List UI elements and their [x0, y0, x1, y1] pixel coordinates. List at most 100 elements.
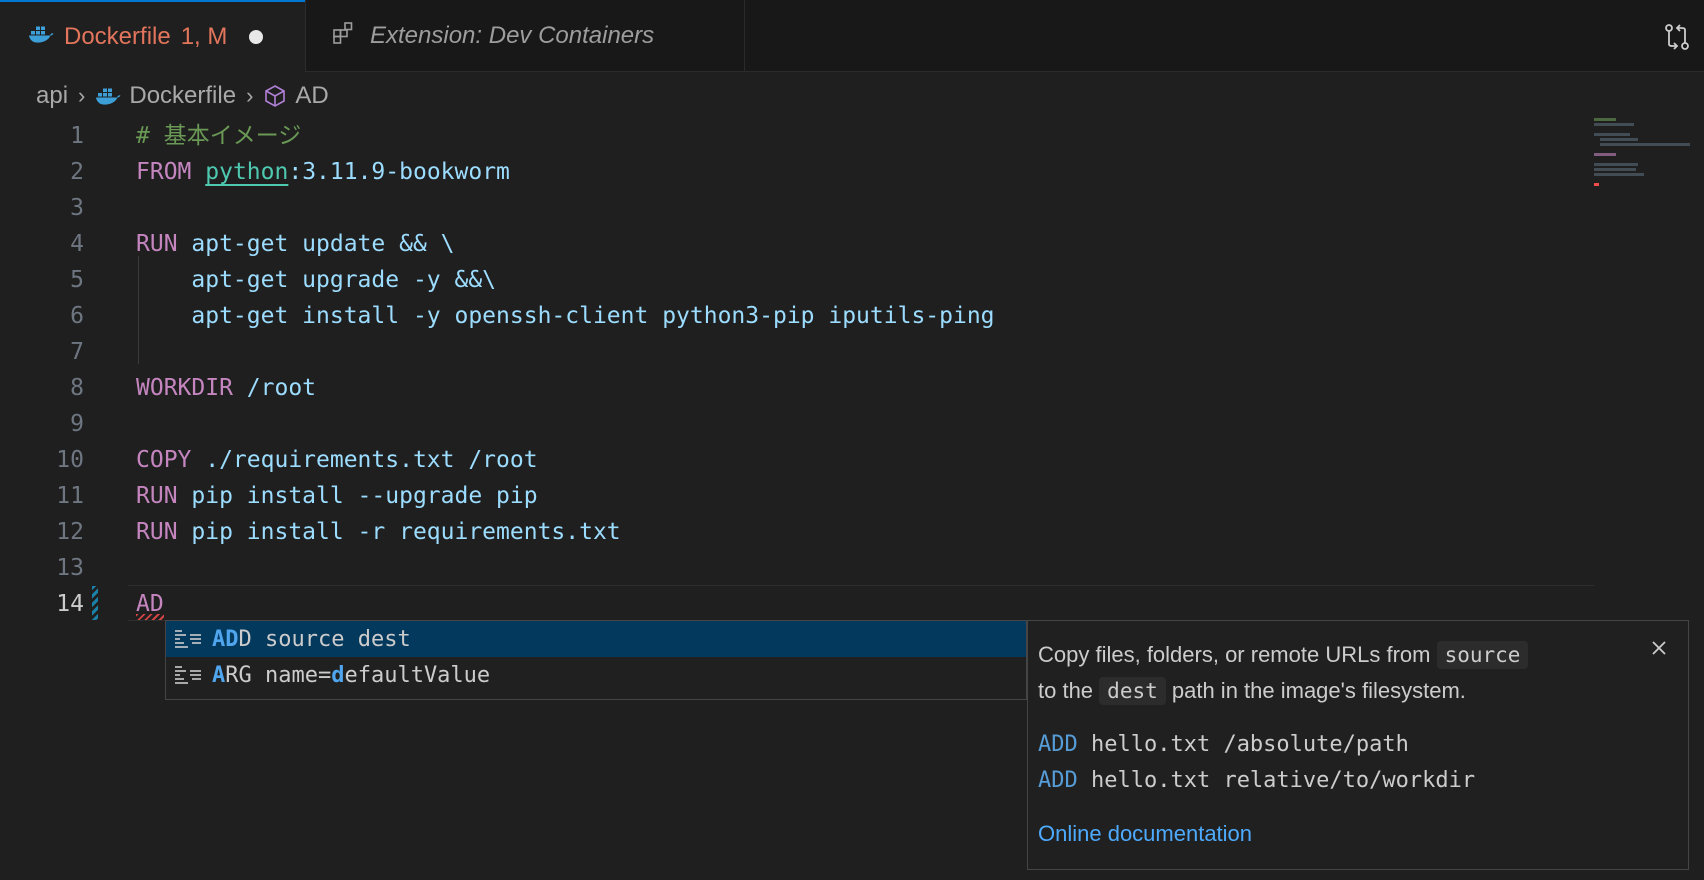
code-line: RUN pip install --upgrade pip — [136, 478, 1586, 514]
minimap-line — [1594, 123, 1634, 126]
code-text: ./requirements.txt /root — [191, 447, 538, 473]
doc-example: ADD hello.txt relative/to/workdir — [1038, 763, 1678, 799]
code-text: pip install -r requirements.txt — [177, 519, 621, 545]
doc-text: Copy files, folders, or remote URLs from — [1038, 642, 1431, 667]
tab-extension-dev-containers[interactable]: Extension: Dev Containers — [305, 0, 745, 72]
doc-inline-code: source — [1436, 641, 1529, 669]
line-number-current: 14 — [56, 591, 84, 617]
minimap-line — [1594, 183, 1599, 186]
line-number: 13 — [56, 555, 84, 581]
close-icon[interactable] — [1650, 639, 1668, 657]
code-line: WORKDIR /root — [136, 370, 1586, 406]
line-number: 2 — [70, 159, 84, 185]
tab-title: Extension: Dev Containers — [370, 22, 655, 49]
docker-icon — [95, 86, 121, 106]
code-text: pip install --upgrade pip — [177, 483, 538, 509]
minimap-line — [1600, 143, 1690, 146]
keyword: COPY — [136, 447, 192, 473]
keyword: ADD — [1038, 732, 1078, 757]
minimap-line — [1594, 168, 1636, 171]
tab-dockerfile[interactable]: Dockerfile 1, M — [0, 0, 305, 72]
line-number: 1 — [70, 123, 84, 149]
code-text: apt-get update && \ — [177, 231, 455, 257]
tab-bar: Dockerfile 1, M Extension: Dev Container… — [0, 0, 1704, 72]
error-squiggle — [136, 614, 164, 620]
unsaved-dot-icon[interactable] — [249, 30, 264, 44]
minimap-line — [1600, 138, 1638, 141]
tab-status-badge: 1, M — [180, 23, 228, 50]
doc-text: to the — [1038, 678, 1094, 703]
code-text: /root — [232, 375, 317, 401]
doc-description: Copy files, folders, or remote URLs from… — [1038, 637, 1678, 673]
snippet-icon — [175, 666, 201, 684]
tab-title: Dockerfile — [64, 23, 171, 50]
chevron-right-icon: › — [78, 83, 86, 108]
suggestion-match: A — [212, 662, 226, 688]
docker-icon — [28, 23, 54, 51]
doc-description: to the dest path in the image's filesyst… — [1038, 673, 1678, 709]
minimap-line — [1594, 118, 1616, 121]
code-line: RUN pip install -r requirements.txt — [136, 514, 1586, 550]
open-changes-icon[interactable] — [1662, 22, 1692, 52]
suggest-widget: AD D source dest A RG name= d efaultValue — [165, 620, 1027, 700]
keyword: FROM — [136, 159, 192, 185]
code-line: COPY ./requirements.txt /root — [136, 442, 1586, 478]
doc-inline-code: dest — [1099, 677, 1166, 705]
code-line: # 基本イメージ — [136, 123, 302, 149]
breadcrumb-symbol[interactable]: AD — [295, 82, 328, 110]
minimap-line — [1594, 173, 1644, 176]
breadcrumb-file[interactable]: Dockerfile — [129, 82, 236, 110]
line-number: 10 — [56, 447, 84, 473]
image-link[interactable]: python — [205, 159, 288, 185]
keyword: WORKDIR — [136, 375, 233, 401]
code-lines[interactable]: # 基本イメージ FROM python:3.11.9-bookworm RUN… — [136, 118, 1586, 622]
line-number: 9 — [70, 411, 84, 437]
line-number: 7 — [70, 339, 84, 365]
code-line: apt-get upgrade -y &&\ — [136, 267, 497, 293]
suggest-details-panel: Copy files, folders, or remote URLs from… — [1027, 620, 1689, 870]
code-text: :3.11.9-bookworm — [288, 159, 510, 185]
line-number: 11 — [56, 483, 84, 509]
doc-example: ADD hello.txt /absolute/path — [1038, 727, 1678, 763]
code-line: apt-get install -y openssh-client python… — [136, 303, 995, 329]
symbol-cube-icon — [263, 84, 287, 108]
minimap-line — [1594, 163, 1638, 166]
suggestion-match: d — [331, 662, 345, 688]
line-number: 3 — [70, 195, 84, 221]
minimap[interactable] — [1594, 118, 1690, 198]
online-documentation-link[interactable]: Online documentation — [1038, 821, 1678, 847]
suggestion-arg[interactable]: A RG name= d efaultValue — [166, 657, 1026, 693]
keyword: RUN — [136, 519, 178, 545]
suggestion-label: D source dest — [238, 626, 411, 652]
keyword: RUN — [136, 483, 178, 509]
suggestion-match: AD — [212, 626, 239, 652]
line-number: 8 — [70, 375, 84, 401]
breadcrumb-folder[interactable]: api — [36, 82, 68, 110]
snippet-icon — [175, 630, 201, 648]
doc-text: path in the image's filesystem. — [1171, 678, 1466, 703]
code-line-current: AD — [136, 591, 164, 617]
suggestion-label: RG name= — [225, 662, 332, 688]
modified-line-marker — [92, 586, 98, 620]
chevron-right-icon: › — [246, 83, 254, 108]
code-text: hello.txt relative/to/workdir — [1077, 768, 1476, 793]
keyword: RUN — [136, 231, 178, 257]
suggestion-label: efaultValue — [344, 662, 491, 688]
breadcrumb: api › Dockerfile › AD — [36, 76, 329, 116]
suggestion-add[interactable]: AD D source dest — [166, 621, 1026, 657]
minimap-line — [1594, 153, 1616, 156]
line-number-gutter: 1 2 3 4 5 6 7 8 9 10 11 12 13 14 — [0, 118, 90, 622]
keyword: ADD — [1038, 768, 1078, 793]
code-line: FROM python:3.11.9-bookworm — [136, 154, 1586, 190]
line-number: 4 — [70, 231, 84, 257]
minimap-line — [1594, 133, 1630, 136]
code-text: hello.txt /absolute/path — [1077, 732, 1409, 757]
line-number: 12 — [56, 519, 84, 545]
extensions-icon — [332, 21, 356, 52]
code-line: RUN apt-get update && \ — [136, 226, 1586, 262]
line-number: 6 — [70, 303, 84, 329]
